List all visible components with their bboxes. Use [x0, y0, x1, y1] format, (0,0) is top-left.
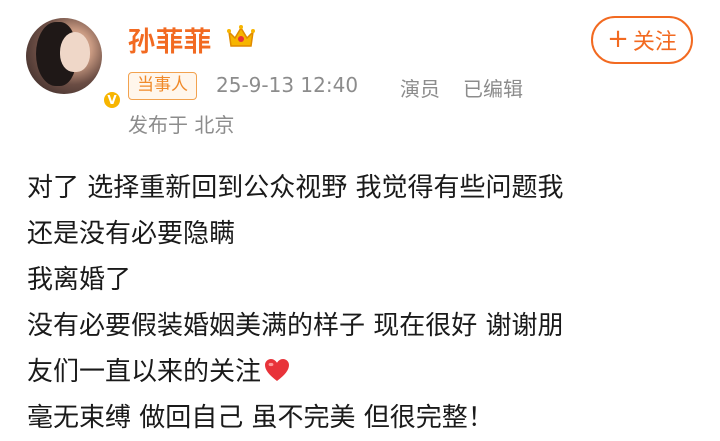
post-line: 没有必要假装婚姻美满的样子 现在很好 谢谢朋	[27, 311, 564, 341]
post-content: 对了 选择重新回到公众视野 我觉得有些问题我 还是没有必要隐瞒 我离婚了 没有必…	[27, 165, 697, 441]
v-badge-icon: V	[102, 90, 122, 110]
plus-icon: +	[607, 24, 629, 54]
post-line: 还是没有必要隐瞒	[27, 219, 236, 249]
avatar-face	[60, 32, 90, 72]
post-line: 我离婚了	[27, 265, 132, 295]
edited-label[interactable]: 已编辑	[463, 73, 523, 102]
user-avatar[interactable]: V	[26, 18, 122, 110]
post-location: 发布于 北京	[128, 113, 235, 137]
heart-icon	[265, 359, 290, 381]
post-timestamp: 25-9-13 12:40	[216, 73, 359, 97]
post-line: 友们一直以来的关注	[27, 357, 262, 387]
post-line-with-heart: 友们一直以来的关注	[27, 349, 697, 395]
follow-button[interactable]: + 关注	[591, 16, 693, 64]
role-tag: 当事人	[128, 72, 197, 100]
post-line: 毫无束缚 做回自己 虽不完美 但很完整！	[27, 403, 494, 433]
user-occupation: 演员	[400, 77, 440, 101]
follow-label: 关注	[632, 30, 677, 55]
post-line: 对了 选择重新回到公众视野 我觉得有些问题我	[27, 173, 564, 203]
user-name[interactable]: 孙菲菲	[128, 20, 212, 59]
crown-icon	[227, 25, 255, 47]
